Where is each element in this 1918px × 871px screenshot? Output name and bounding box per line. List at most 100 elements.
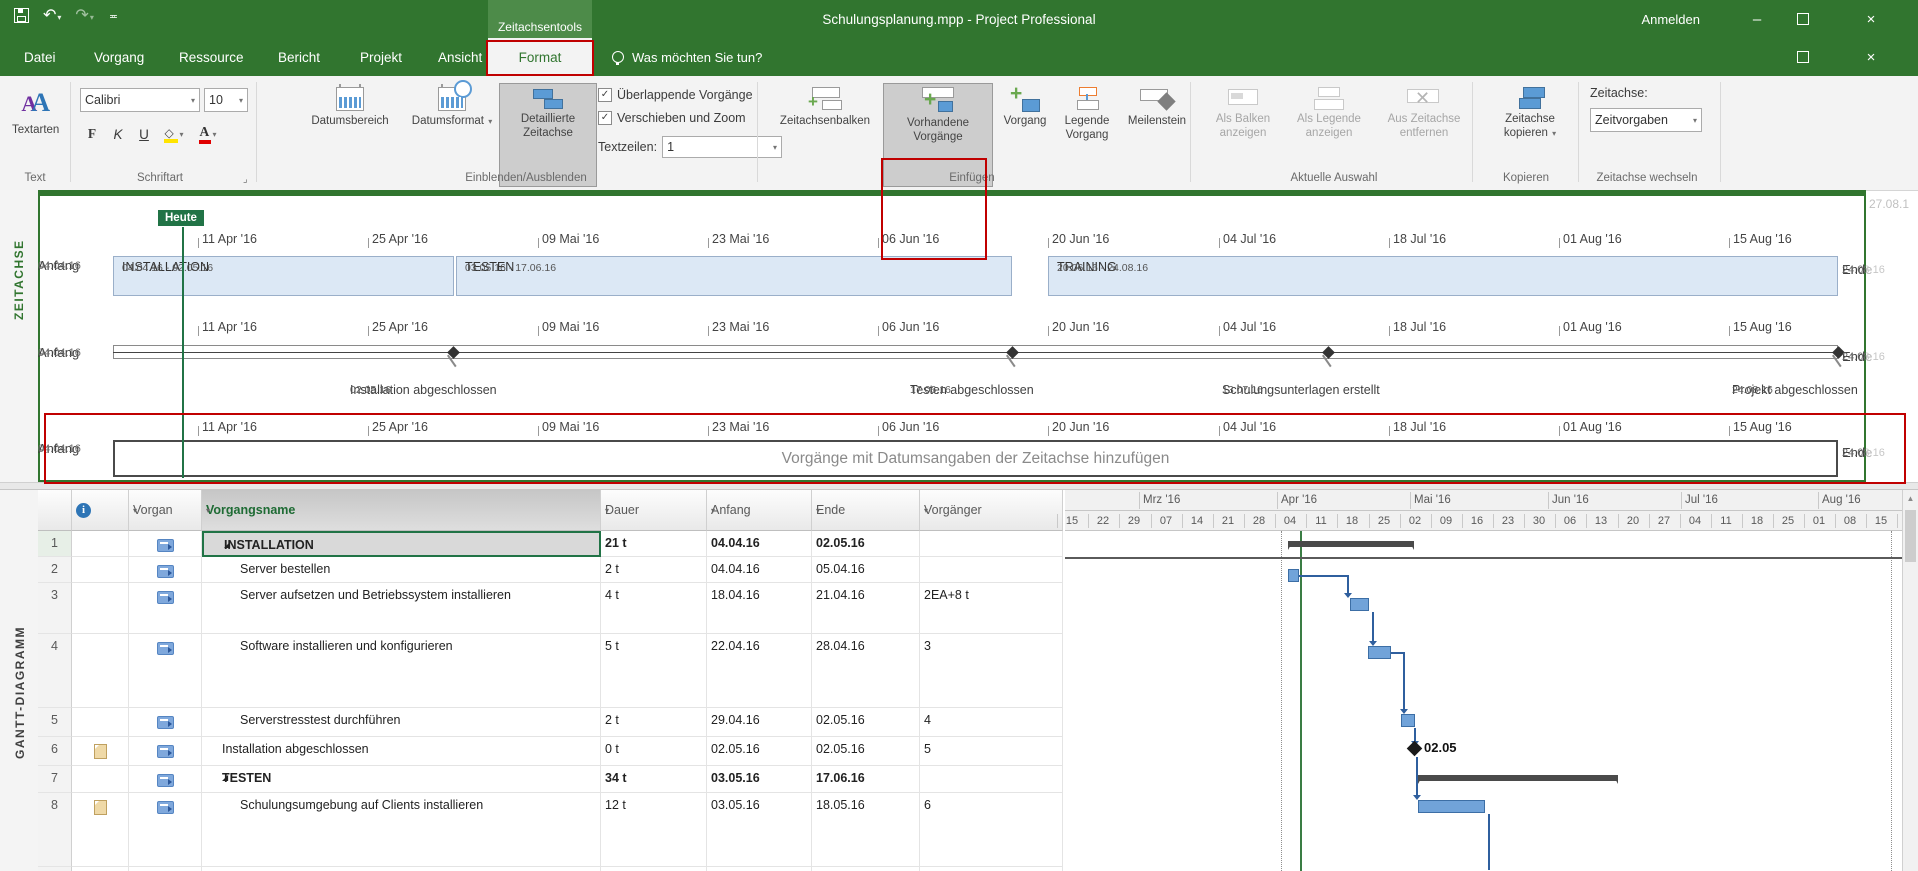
- table-cell-dauer[interactable]: 12 t: [601, 793, 707, 867]
- table-cell-mode[interactable]: [129, 793, 202, 867]
- table-cell-name[interactable]: Serverstresstest durchführen: [202, 708, 601, 737]
- gantt-milestone-diamond[interactable]: [1407, 741, 1423, 757]
- table-cell-num[interactable]: 9: [38, 867, 72, 871]
- column-header-mode[interactable]: Vorgan▾: [129, 490, 202, 531]
- timeline-bar-training[interactable]: TRAINING20.06.16 - 24.08.16: [1048, 256, 1838, 296]
- table-cell-name[interactable]: ◢INSTALLATION: [202, 531, 601, 557]
- table-cell-anfang[interactable]: 04.04.16: [707, 531, 812, 557]
- table-cell-vorg[interactable]: 3: [920, 634, 1063, 708]
- table-cell-dauer[interactable]: 2 t: [601, 557, 707, 583]
- column-header-anfang[interactable]: Anfang▾: [707, 490, 812, 531]
- column-header-name[interactable]: Vorgangsname▾: [202, 490, 601, 531]
- timeline-add-tasks-bar[interactable]: Vorgänge mit Datumsangaben der Zeitachse…: [113, 440, 1838, 477]
- table-cell-anfang[interactable]: 03.05.16: [707, 793, 812, 867]
- table-cell-ende[interactable]: 05.04.16: [812, 557, 920, 583]
- table-cell-vorg[interactable]: [920, 867, 1063, 871]
- table-cell-name[interactable]: Software installieren und konfigurieren: [202, 634, 601, 708]
- table-cell-mode[interactable]: [129, 708, 202, 737]
- table-cell-mode[interactable]: [129, 634, 202, 708]
- column-header-dauer[interactable]: Dauer▾: [601, 490, 707, 531]
- gantt-task-bar[interactable]: [1368, 646, 1391, 659]
- table-cell-info[interactable]: [72, 531, 129, 557]
- table-cell-name[interactable]: [202, 867, 601, 871]
- table-cell-ende[interactable]: 17.06.16: [812, 766, 920, 793]
- gantt-task-bar[interactable]: [1418, 800, 1485, 813]
- table-cell-mode[interactable]: [129, 583, 202, 634]
- table-cell-num[interactable]: 6: [38, 737, 72, 766]
- table-cell-anfang[interactable]: 02.05.16: [707, 737, 812, 766]
- table-cell-mode[interactable]: [129, 766, 202, 793]
- scroll-up-icon[interactable]: ▲: [1903, 490, 1918, 507]
- table-cell-vorg[interactable]: [920, 531, 1063, 557]
- table-cell-dauer[interactable]: 34 t: [601, 766, 707, 793]
- table-cell-info[interactable]: [72, 737, 129, 766]
- table-cell-ende[interactable]: 28.04.16: [812, 634, 920, 708]
- table-cell-name[interactable]: Schulungsumgebung auf Clients installier…: [202, 793, 601, 867]
- table-cell-mode[interactable]: [129, 867, 202, 871]
- table-cell-num[interactable]: 4: [38, 634, 72, 708]
- table-cell-num[interactable]: 5: [38, 708, 72, 737]
- table-cell-info[interactable]: [72, 634, 129, 708]
- table-cell-name[interactable]: ◢TESTEN: [202, 766, 601, 793]
- table-cell-vorg[interactable]: [920, 557, 1063, 583]
- collapse-triangle-icon[interactable]: ◢: [224, 540, 230, 549]
- table-cell-ende[interactable]: 02.05.16: [812, 708, 920, 737]
- table-cell-name[interactable]: Server aufsetzen und Betriebssystem inst…: [202, 583, 601, 634]
- vertical-scrollbar[interactable]: ▲: [1902, 490, 1918, 871]
- table-cell-info[interactable]: [72, 557, 129, 583]
- table-cell-num[interactable]: 3: [38, 583, 72, 634]
- table-cell-num[interactable]: 8: [38, 793, 72, 867]
- table-cell-mode[interactable]: [129, 557, 202, 583]
- table-cell-dauer[interactable]: 5 t: [601, 634, 707, 708]
- table-cell-name[interactable]: Server bestellen: [202, 557, 601, 583]
- collapse-triangle-icon[interactable]: ◢: [222, 773, 228, 782]
- table-cell-ende[interactable]: 02.05.16: [812, 737, 920, 766]
- table-cell-info[interactable]: [72, 583, 129, 634]
- table-cell-vorg[interactable]: [920, 766, 1063, 793]
- gantt-task-bar[interactable]: [1288, 569, 1299, 582]
- table-cell-anfang[interactable]: 03.05.16: [707, 766, 812, 793]
- filter-arrow-icon[interactable]: ▾: [605, 506, 609, 515]
- table-cell-info[interactable]: [72, 793, 129, 867]
- table-cell-info[interactable]: [72, 708, 129, 737]
- timeline-bar-installation[interactable]: INSTALLATION04.04.16 - 02.05.16: [113, 256, 454, 296]
- column-header-num[interactable]: [38, 490, 72, 531]
- table-cell-info[interactable]: [72, 867, 129, 871]
- column-header-ende[interactable]: Ende▾: [812, 490, 920, 531]
- table-cell-name[interactable]: Installation abgeschlossen: [202, 737, 601, 766]
- gantt-summary-bar[interactable]: [1418, 775, 1618, 781]
- table-cell-vorg[interactable]: 5: [920, 737, 1063, 766]
- gantt-summary-bar[interactable]: [1288, 541, 1414, 547]
- table-cell-anfang[interactable]: 18.04.16: [707, 583, 812, 634]
- timeline-bar-testen[interactable]: TESTEN03.05.16 - 17.06.16: [456, 256, 1012, 296]
- table-cell-anfang[interactable]: 22.04.16: [707, 634, 812, 708]
- table-cell-ende[interactable]: 21.04.16: [812, 583, 920, 634]
- scrollbar-thumb[interactable]: [1905, 510, 1916, 562]
- table-cell-dauer[interactable]: 0 t: [601, 737, 707, 766]
- gantt-task-bar[interactable]: [1350, 598, 1369, 611]
- gantt-task-bar[interactable]: [1401, 714, 1415, 727]
- table-cell-dauer[interactable]: 21 t: [601, 531, 707, 557]
- table-cell-anfang[interactable]: [707, 867, 812, 871]
- filter-arrow-icon[interactable]: ▾: [206, 506, 210, 515]
- table-cell-vorg[interactable]: 2EA+8 t: [920, 583, 1063, 634]
- table-cell-dauer[interactable]: [601, 867, 707, 871]
- table-cell-mode[interactable]: [129, 737, 202, 766]
- column-header-info[interactable]: i: [72, 490, 129, 531]
- filter-arrow-icon[interactable]: ▾: [924, 506, 928, 515]
- table-cell-num[interactable]: 1: [38, 531, 72, 557]
- table-cell-dauer[interactable]: 4 t: [601, 583, 707, 634]
- table-cell-num[interactable]: 7: [38, 766, 72, 793]
- table-cell-mode[interactable]: [129, 531, 202, 557]
- table-cell-anfang[interactable]: 04.04.16: [707, 557, 812, 583]
- filter-arrow-icon[interactable]: ▾: [711, 506, 715, 515]
- table-cell-anfang[interactable]: 29.04.16: [707, 708, 812, 737]
- table-cell-info[interactable]: [72, 766, 129, 793]
- table-cell-ende[interactable]: [812, 867, 920, 871]
- table-cell-ende[interactable]: 02.05.16: [812, 531, 920, 557]
- table-cell-dauer[interactable]: 2 t: [601, 708, 707, 737]
- table-cell-num[interactable]: 2: [38, 557, 72, 583]
- table-cell-ende[interactable]: 18.05.16: [812, 793, 920, 867]
- filter-arrow-icon[interactable]: ▾: [133, 506, 137, 515]
- filter-arrow-icon[interactable]: ▾: [816, 506, 820, 515]
